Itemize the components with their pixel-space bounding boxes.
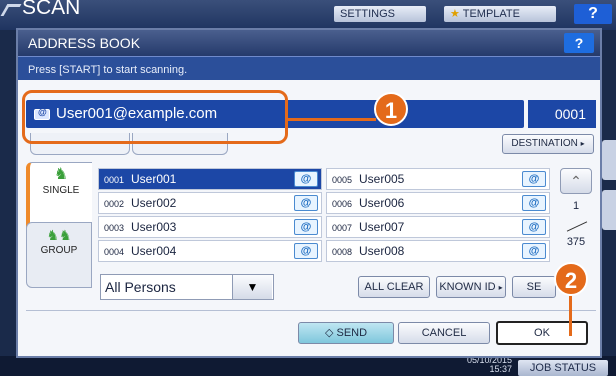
entry-name: User008 xyxy=(359,244,405,258)
list-item[interactable]: 0002 User002 @ xyxy=(98,192,322,214)
destination-label: DESTINATION xyxy=(511,138,578,149)
entry-number: 0008 xyxy=(332,247,353,257)
callout-line xyxy=(288,118,376,121)
callout-line xyxy=(569,296,572,336)
back-icon[interactable] xyxy=(0,4,22,16)
star-icon: ★ xyxy=(450,8,460,20)
callout-badge: 2 xyxy=(554,262,588,296)
list-item[interactable]: 0001 User001 @ xyxy=(98,168,322,190)
status-bar: 05/10/2015 15:37 JOB STATUS xyxy=(0,356,616,376)
filter-value: All Persons xyxy=(105,279,176,295)
email-at-icon: @ xyxy=(294,171,318,187)
destination-button[interactable]: DESTINATION ▸ xyxy=(502,134,594,154)
caret-down-icon: ▼ xyxy=(246,280,259,294)
selected-count: 0001 xyxy=(528,100,596,128)
dialog-title-text: ADDRESS BOOK xyxy=(28,35,141,51)
page-divider xyxy=(566,221,588,232)
email-at-icon: @ xyxy=(294,219,318,235)
chevron-up-icon: ⌃ xyxy=(570,173,582,189)
list-item[interactable]: 0008 User008 @ xyxy=(326,240,550,262)
chevron-right-icon: ▸ xyxy=(498,283,503,292)
search-button[interactable]: SE xyxy=(512,276,556,298)
entry-name: User003 xyxy=(131,220,177,234)
help-button[interactable]: ? xyxy=(574,4,612,24)
page-up-button[interactable]: ⌃ xyxy=(560,168,592,194)
cancel-button[interactable]: CANCEL xyxy=(398,322,490,344)
side-tab xyxy=(602,140,616,180)
page-current: 1 xyxy=(572,200,580,212)
send-icon: ◇ xyxy=(324,327,334,339)
list-item[interactable]: 0005 User005 @ xyxy=(326,168,550,190)
chevron-right-icon: ▸ xyxy=(580,139,585,148)
known-id-button[interactable]: KNOWN ID ▸ xyxy=(436,276,506,298)
entry-name: User007 xyxy=(359,220,405,234)
group-icon: ♞♞ xyxy=(46,227,72,243)
known-id-label: KNOWN ID xyxy=(439,281,496,293)
scan-title: SCAN xyxy=(22,0,81,19)
list-item[interactable]: 0006 User006 @ xyxy=(326,192,550,214)
entry-number: 0002 xyxy=(104,199,125,209)
filter-dropdown-button[interactable]: ▼ xyxy=(232,275,272,299)
date-time: 05/10/2015 15:37 xyxy=(467,356,512,374)
email-at-icon: @ xyxy=(522,171,546,187)
settings-button[interactable]: SETTINGS xyxy=(334,6,426,22)
entry-number: 0003 xyxy=(104,223,125,233)
send-button[interactable]: ◇ SEND xyxy=(298,322,394,344)
entry-number: 0001 xyxy=(104,175,125,185)
page-total: 375 xyxy=(566,236,586,248)
callout-badge: 1 xyxy=(374,92,408,126)
entry-number: 0006 xyxy=(332,199,353,209)
status-message: Press [START] to start scanning. xyxy=(18,56,600,80)
tab-group[interactable]: ♞♞ GROUP xyxy=(26,222,92,288)
highlight-frame xyxy=(22,90,288,144)
entry-number: 0005 xyxy=(332,175,353,185)
entry-name: User001 xyxy=(131,172,177,186)
email-at-icon: @ xyxy=(294,195,318,211)
entry-name: User005 xyxy=(359,172,405,186)
time-label: 15:37 xyxy=(489,364,512,374)
template-button[interactable]: ★ TEMPLATE xyxy=(444,6,556,22)
dialog-title: ADDRESS BOOK ? xyxy=(18,30,600,56)
tab-group-label: GROUP xyxy=(40,245,78,256)
divider xyxy=(26,310,596,311)
send-label: SEND xyxy=(336,327,368,339)
entry-name: User002 xyxy=(131,196,177,210)
entry-number: 0004 xyxy=(104,247,125,257)
template-label: TEMPLATE xyxy=(462,8,520,20)
list-item[interactable]: 0003 User003 @ xyxy=(98,216,322,238)
dialog-help-button[interactable]: ? xyxy=(564,33,594,53)
list-item[interactable]: 0007 User007 @ xyxy=(326,216,550,238)
tab-single-label: SINGLE xyxy=(42,185,80,196)
email-at-icon: @ xyxy=(522,219,546,235)
address-book-dialog: ADDRESS BOOK ? Press [START] to start sc… xyxy=(16,28,602,358)
ok-button[interactable]: OK xyxy=(496,321,588,345)
entry-name: User004 xyxy=(131,244,177,258)
job-status-button[interactable]: JOB STATUS xyxy=(518,360,608,376)
side-tab xyxy=(602,190,616,230)
email-at-icon: @ xyxy=(522,195,546,211)
email-at-icon: @ xyxy=(294,243,318,259)
entry-number: 0007 xyxy=(332,223,353,233)
person-icon: ♞ xyxy=(53,166,69,183)
all-clear-button[interactable]: ALL CLEAR xyxy=(358,276,430,298)
email-at-icon: @ xyxy=(522,243,546,259)
list-item[interactable]: 0004 User004 @ xyxy=(98,240,322,262)
scan-header: SCAN SETTINGS ★ TEMPLATE ? xyxy=(0,0,616,30)
entry-name: User006 xyxy=(359,196,405,210)
